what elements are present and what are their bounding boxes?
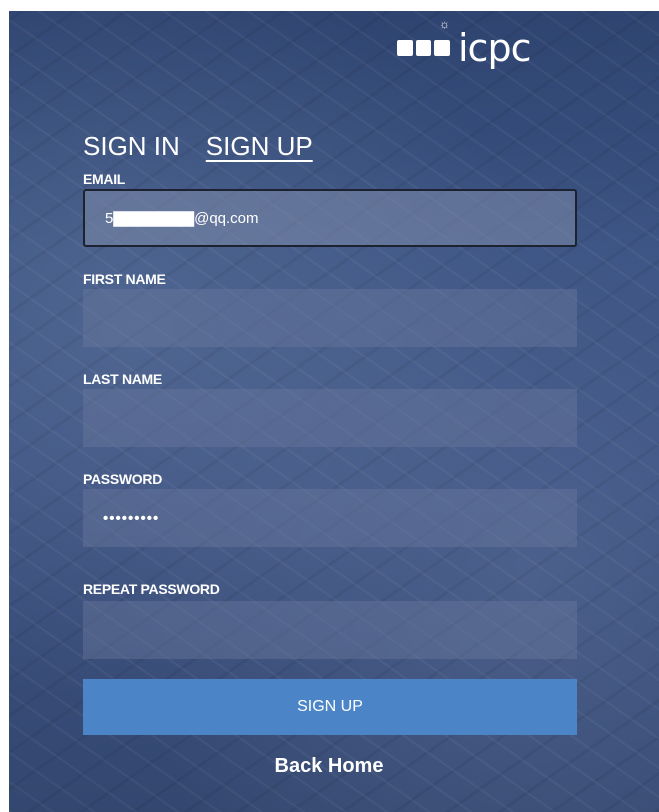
logo-icons: [397, 40, 450, 56]
logo-book-icon: [434, 40, 450, 56]
email-value: 5▇▇▇▇▇▇▇@qq.com: [105, 210, 259, 227]
icpc-logo: ☼ icpc: [397, 17, 531, 73]
password-label: PASSWORD: [83, 471, 163, 487]
last-name-field[interactable]: [83, 389, 577, 447]
logo-text: icpc: [458, 26, 531, 70]
repeat-password-field[interactable]: [83, 601, 577, 659]
logo-trophy-icon: [416, 40, 431, 56]
back-home-link[interactable]: Back Home: [9, 755, 649, 778]
auth-tabs: SIGN IN SIGN UP: [83, 131, 313, 162]
signup-panel: ☼ icpc SIGN IN SIGN UP EMAIL 5▇▇▇▇▇▇▇@qq…: [9, 11, 659, 812]
email-label: EMAIL: [83, 171, 126, 187]
tab-sign-up[interactable]: SIGN UP: [206, 131, 313, 162]
first-name-field[interactable]: [83, 289, 577, 347]
password-value: •••••••••: [103, 509, 160, 527]
tab-sign-in[interactable]: SIGN IN: [83, 131, 180, 162]
email-field[interactable]: 5▇▇▇▇▇▇▇@qq.com: [83, 189, 577, 247]
sign-up-button[interactable]: SIGN UP: [83, 679, 577, 735]
repeat-password-label: REPEAT PASSWORD: [83, 581, 220, 597]
lightbulb-icon: ☼: [439, 17, 450, 31]
last-name-label: LAST NAME: [83, 371, 162, 387]
first-name-label: FIRST NAME: [83, 271, 166, 287]
password-field[interactable]: •••••••••: [83, 489, 577, 547]
logo-computer-icon: [397, 40, 413, 56]
